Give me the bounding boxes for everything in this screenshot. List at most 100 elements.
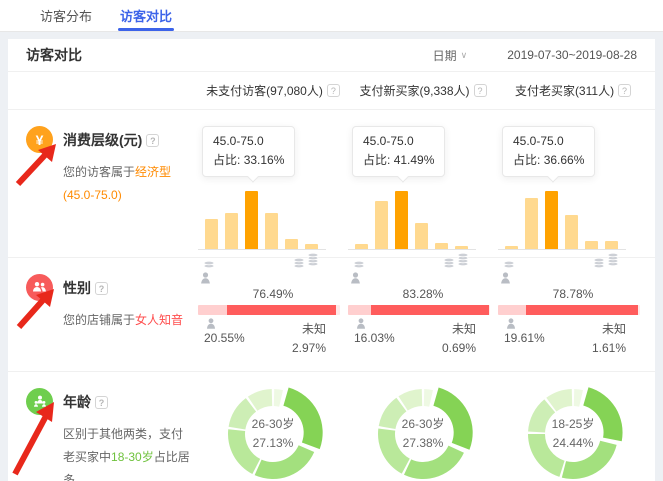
- chart-tooltip: 45.0-75.0 占比: 33.16%: [202, 126, 295, 177]
- help-icon[interactable]: ?: [146, 134, 159, 147]
- bar-chart[interactable]: [348, 186, 476, 250]
- chart-tooltip: 45.0-75.0 占比: 41.49%: [352, 126, 445, 177]
- help-icon[interactable]: ?: [95, 282, 108, 295]
- bar[interactable]: [245, 191, 258, 249]
- donut-segment[interactable]: [424, 389, 433, 407]
- donut-segment[interactable]: [433, 387, 472, 449]
- donut-segment[interactable]: [404, 446, 464, 479]
- unknown-stat: 未知 0.69%: [442, 318, 476, 357]
- female-icon: [198, 272, 348, 286]
- unknown-stat: 未知 1.61%: [592, 318, 626, 357]
- male-icon: [204, 318, 245, 331]
- gender-bar[interactable]: [198, 305, 340, 315]
- bar[interactable]: [355, 244, 368, 249]
- donut-segment[interactable]: [574, 389, 583, 407]
- chevron-down-icon[interactable]: ∨: [461, 50, 468, 61]
- gender-bar-legend: 19.61% 未知 1.61%: [498, 318, 640, 357]
- help-icon[interactable]: ?: [474, 84, 487, 97]
- bar[interactable]: [205, 219, 218, 249]
- unknown-segment[interactable]: [638, 305, 640, 315]
- donut-segment[interactable]: [583, 387, 622, 441]
- bar[interactable]: [505, 246, 518, 249]
- gender-bar-legend: 20.55% 未知 2.97%: [198, 318, 340, 357]
- section-age: 年龄? 区别于其他两类，支付老买家中18-30岁占比居多 26-30岁 27.1…: [8, 372, 655, 481]
- bar-chart[interactable]: [498, 186, 626, 250]
- column-header-unpaid: 未支付访客(97,080人)?: [198, 82, 348, 99]
- tooltip-caret: [547, 172, 558, 183]
- bar-chart[interactable]: [198, 186, 326, 250]
- bar[interactable]: [285, 239, 298, 249]
- column-headers: 未支付访客(97,080人)? 支付新买家(9,338人)? 支付老买家(311…: [8, 72, 655, 110]
- age-chart-repeat-buyers: 18-25岁 24.44%: [498, 372, 648, 481]
- bar[interactable]: [565, 215, 578, 249]
- unknown-stat: 未知 2.97%: [292, 318, 326, 357]
- bar[interactable]: [415, 223, 428, 249]
- male-icon: [354, 318, 395, 331]
- section-gender: 性别? 您的店铺属于女人知音 76.49% 20.55%: [8, 258, 655, 372]
- bar[interactable]: [605, 241, 618, 249]
- donut-segment[interactable]: [283, 387, 322, 449]
- donut-segment[interactable]: [274, 389, 283, 407]
- section-description: 您的访客属于经济型(45.0-75.0): [63, 161, 191, 207]
- bar[interactable]: [435, 243, 448, 249]
- date-range-value[interactable]: 2019-07-30~2019-08-28: [507, 48, 637, 62]
- yuan-icon: ¥: [26, 126, 53, 153]
- help-icon[interactable]: ?: [95, 396, 108, 409]
- tab-label: 访客对比: [120, 6, 172, 25]
- male-stat: 20.55%: [204, 318, 245, 357]
- female-segment[interactable]: [526, 305, 638, 315]
- male-segment[interactable]: [498, 305, 526, 315]
- consumption-chart-unpaid: 45.0-75.0 占比: 33.16%: [198, 110, 348, 269]
- tooltip-caret: [397, 172, 408, 183]
- help-icon[interactable]: ?: [618, 84, 631, 97]
- donut-segment[interactable]: [229, 398, 257, 429]
- help-icon[interactable]: ?: [327, 84, 340, 97]
- tab-visitor-distribution[interactable]: 访客分布: [40, 0, 92, 31]
- bar[interactable]: [525, 198, 538, 249]
- bar[interactable]: [225, 213, 238, 249]
- bar[interactable]: [585, 241, 598, 249]
- donut-segment[interactable]: [528, 434, 565, 477]
- highlight-text: 女人知音: [135, 313, 183, 327]
- male-segment[interactable]: [198, 305, 227, 315]
- donut-chart[interactable]: 26-30岁 27.13%: [223, 384, 323, 481]
- bar[interactable]: [455, 246, 468, 249]
- donut-chart[interactable]: 26-30岁 27.38%: [373, 384, 473, 481]
- female-segment[interactable]: [227, 305, 336, 315]
- bar[interactable]: [305, 244, 318, 249]
- donut-segment[interactable]: [228, 429, 260, 474]
- donut-segment[interactable]: [562, 441, 617, 479]
- gender-chart-repeat-buyers: 78.78% 19.61% 未知 1.61%: [498, 258, 648, 371]
- age-family-icon: [26, 388, 53, 415]
- active-tab-underline: [118, 28, 174, 31]
- male-segment[interactable]: [348, 305, 371, 315]
- bar[interactable]: [265, 213, 278, 249]
- female-segment[interactable]: [371, 305, 489, 315]
- visitor-compare-page: 访客分布 访客对比 访客对比 日期 ∨ 2019-07-30~2019-08-2…: [0, 0, 663, 481]
- donut-segment[interactable]: [378, 429, 410, 474]
- age-chart-new-buyers: 26-30岁 27.38%: [348, 372, 498, 481]
- highlight-text: 18-30岁: [111, 450, 154, 464]
- section-description: 区别于其他两类，支付老买家中18-30岁占比居多: [63, 423, 191, 481]
- column-header-new-buyers: 支付新买家(9,338人)?: [348, 82, 498, 99]
- gender-bar-legend: 16.03% 未知 0.69%: [348, 318, 490, 357]
- section-title: 性别?: [63, 278, 108, 298]
- bar[interactable]: [395, 191, 408, 249]
- section-description: 您的店铺属于女人知音: [63, 309, 191, 332]
- unknown-segment[interactable]: [336, 305, 340, 315]
- date-filter-label[interactable]: 日期: [433, 47, 457, 64]
- unknown-segment[interactable]: [489, 305, 490, 315]
- donut-segment[interactable]: [528, 399, 555, 432]
- donut-chart[interactable]: 18-25岁 24.44%: [523, 384, 623, 481]
- tab-visitor-compare[interactable]: 访客对比: [120, 0, 172, 31]
- chart-tooltip: 45.0-75.0 占比: 36.66%: [502, 126, 595, 177]
- donut-segment[interactable]: [379, 398, 407, 429]
- donut-segment[interactable]: [255, 445, 315, 479]
- gender-bar[interactable]: [348, 305, 490, 315]
- female-icon: [348, 272, 498, 286]
- female-stat: 76.49%: [198, 272, 348, 301]
- bar[interactable]: [545, 191, 558, 249]
- gender-bar[interactable]: [498, 305, 640, 315]
- age-chart-unpaid: 26-30岁 27.13%: [198, 372, 348, 481]
- bar[interactable]: [375, 201, 388, 249]
